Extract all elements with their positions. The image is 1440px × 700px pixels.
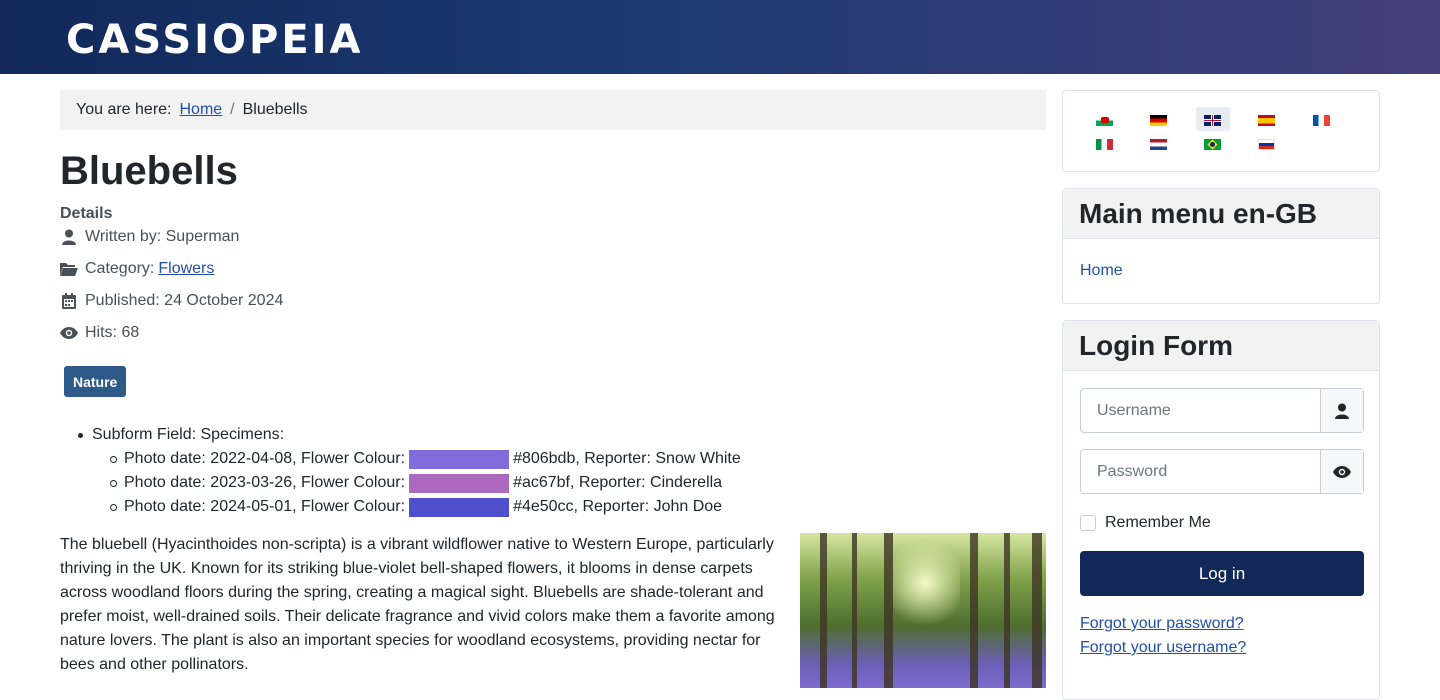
bluebell-woodland-image: [800, 533, 1046, 688]
breadcrumb-separator: /: [230, 101, 235, 118]
category-label: Category:: [85, 260, 155, 277]
specimen-row: Photo date: 2023-03-26, Flower Colour: #…: [110, 471, 741, 495]
color-swatch: [409, 449, 510, 469]
color-swatch: [409, 473, 510, 493]
flag-cy-icon[interactable]: [1096, 115, 1113, 126]
remember-me-checkbox[interactable]: [1080, 515, 1096, 531]
flag-nl-icon[interactable]: [1150, 139, 1167, 150]
tree-trunk: [1004, 533, 1010, 688]
site-brand-logo[interactable]: CASSIOPEIA: [66, 18, 364, 62]
published-meta: Published: 24 October 2024: [60, 292, 283, 310]
tree-trunk: [820, 533, 827, 688]
author-text: Written by: Superman: [85, 228, 240, 245]
tree-trunk: [852, 533, 857, 688]
breadcrumb-current: Bluebells: [242, 101, 308, 118]
bullet-dot: [78, 432, 83, 438]
hits-meta: Hits: 68: [60, 324, 139, 342]
password-field: [1080, 449, 1364, 494]
specimen-row: Photo date: 2022-04-08, Flower Colour: #…: [110, 447, 741, 471]
specimen-date: Photo date: 2024-05-01, Flower Colour:: [124, 498, 406, 515]
folder-open-icon: [60, 260, 78, 278]
remember-me[interactable]: Remember Me: [1080, 514, 1211, 532]
specimen-details: #4e50cc, Reporter: John Doe: [513, 498, 723, 515]
tag-nature[interactable]: Nature: [64, 366, 127, 397]
password-input[interactable]: [1081, 450, 1320, 493]
language-switcher: [1062, 90, 1380, 172]
login-title: Login Form: [1063, 321, 1379, 371]
user-icon: [1320, 389, 1363, 432]
tree-trunk: [970, 533, 978, 688]
published-text: Published: 24 October 2024: [85, 292, 284, 309]
specimen-row: Photo date: 2024-05-01, Flower Colour: #…: [110, 495, 741, 519]
menu-item-home[interactable]: Home: [1080, 262, 1123, 280]
username-input[interactable]: [1081, 389, 1320, 432]
flag-br-icon[interactable]: [1204, 139, 1221, 150]
specimen-date: Photo date: 2022-04-08, Flower Colour:: [124, 450, 406, 467]
main-menu-module: Main menu en-GB Home: [1062, 188, 1380, 304]
tree-trunk: [884, 533, 893, 688]
flag-fr-icon[interactable]: [1313, 115, 1330, 126]
calendar-icon: [60, 292, 78, 310]
category-meta: Category: Flowers: [60, 260, 214, 278]
tree-trunk: [1032, 533, 1042, 688]
hits-text: Hits: 68: [85, 324, 140, 341]
main-menu-title: Main menu en-GB: [1063, 189, 1379, 239]
flag-it-icon[interactable]: [1096, 139, 1113, 150]
subform-list: Subform Field: Specimens: Photo date: 20…: [78, 423, 741, 519]
specimen-details: #ac67bf, Reporter: Cinderella: [513, 474, 723, 491]
login-module: Login Form Remember Me Log in Forgot you…: [1062, 320, 1380, 700]
flag-ru-icon[interactable]: [1258, 139, 1275, 150]
site-header: CASSIOPEIA: [0, 0, 1440, 74]
bullet-circle: [110, 479, 117, 487]
forgot-password-link[interactable]: Forgot your password?: [1080, 615, 1244, 633]
color-swatch: [409, 497, 510, 517]
specimen-details: #806bdb, Reporter: Snow White: [513, 450, 741, 467]
flag-es-icon[interactable]: [1258, 115, 1275, 126]
remember-me-label: Remember Me: [1105, 514, 1211, 531]
subform-item: Subform Field: Specimens:: [78, 423, 741, 447]
flag-gb-icon[interactable]: [1204, 115, 1221, 126]
breadcrumb-label: You are here:: [76, 101, 172, 118]
flag-de-icon[interactable]: [1150, 115, 1167, 126]
subform-title: Subform Field: Specimens:: [92, 426, 285, 443]
show-password-eye-icon[interactable]: [1320, 450, 1363, 493]
username-field: [1080, 388, 1364, 433]
details-label: Details: [60, 205, 113, 222]
breadcrumb-home-link[interactable]: Home: [179, 101, 222, 119]
bullet-circle: [110, 503, 117, 511]
breadcrumb: You are here: Home / Bluebells: [60, 90, 1046, 130]
user-icon: [60, 228, 78, 246]
author-meta: Written by: Superman: [60, 228, 239, 246]
login-button[interactable]: Log in: [1080, 551, 1364, 596]
sunlight-glow: [890, 533, 960, 633]
article-body: The bluebell (Hyacinthoides non-scripta)…: [60, 536, 775, 673]
bullet-circle: [110, 455, 117, 463]
eye-icon: [60, 324, 78, 342]
forgot-username-link[interactable]: Forgot your username?: [1080, 639, 1246, 657]
page-title: Bluebells: [60, 149, 238, 193]
category-link[interactable]: Flowers: [158, 260, 214, 278]
specimen-date: Photo date: 2023-03-26, Flower Colour:: [124, 474, 406, 491]
